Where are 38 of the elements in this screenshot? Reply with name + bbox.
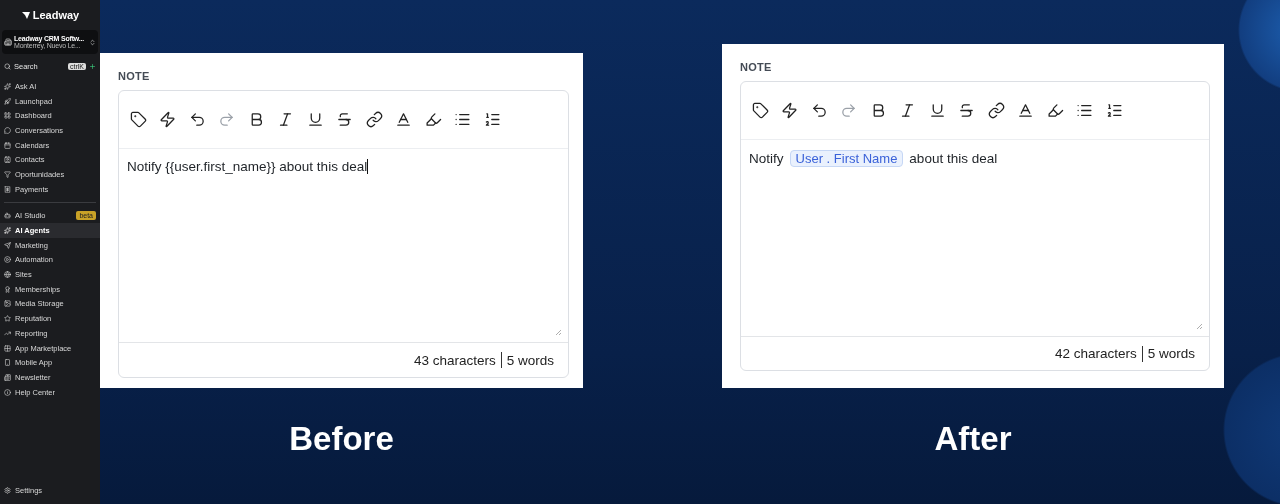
tag-icon[interactable] <box>129 110 147 129</box>
highlighter-icon[interactable] <box>424 110 442 129</box>
text-color-icon[interactable] <box>394 110 413 129</box>
lightning-icon[interactable] <box>780 101 799 120</box>
link-icon[interactable] <box>365 110 383 129</box>
strikethrough-icon[interactable] <box>335 110 354 129</box>
panel-caption: Before <box>289 420 394 458</box>
strikethrough-icon[interactable] <box>957 101 976 120</box>
text-color-icon[interactable] <box>1016 101 1035 120</box>
numbered-list-icon[interactable] <box>483 110 501 129</box>
character-count: 43 characters <box>413 352 496 368</box>
underline-icon[interactable] <box>306 110 324 129</box>
rich-text-editor[interactable]: Notify {{user.first_name}} about this deal 43 characters 5 words <box>118 90 569 378</box>
note-label: NOTE <box>740 61 773 73</box>
highlighter-icon[interactable] <box>1046 101 1064 120</box>
lightning-icon[interactable] <box>158 110 177 129</box>
rich-text-editor[interactable]: Notify User . First Name about this deal 42 characters 5 words <box>740 81 1210 371</box>
word-count: 5 words <box>1147 346 1195 361</box>
character-count: 42 characters <box>1054 346 1137 361</box>
logo-text: Leadway <box>32 9 80 21</box>
underline-icon[interactable] <box>928 101 946 120</box>
panel-caption: After <box>934 420 1012 458</box>
search-icon <box>4 62 11 70</box>
variable-chip: User . First Name <box>789 150 904 167</box>
plus-icon[interactable] <box>89 62 96 70</box>
chevron-icon <box>89 38 96 46</box>
note-text: Notify <box>749 151 784 166</box>
note-label: NOTE <box>118 70 151 82</box>
undo-icon[interactable] <box>810 101 828 120</box>
link-icon[interactable] <box>987 101 1005 120</box>
note-text: about this deal <box>909 151 998 166</box>
resize-grip-icon[interactable] <box>1196 323 1203 330</box>
tag-icon[interactable] <box>751 101 769 120</box>
resize-grip-icon[interactable] <box>555 329 562 336</box>
word-count: 5 words <box>506 352 554 368</box>
numbered-list-icon[interactable] <box>1105 101 1123 120</box>
note-text: Notify {{user.first_name}} about this deal <box>127 159 369 174</box>
undo-icon[interactable] <box>188 110 206 129</box>
